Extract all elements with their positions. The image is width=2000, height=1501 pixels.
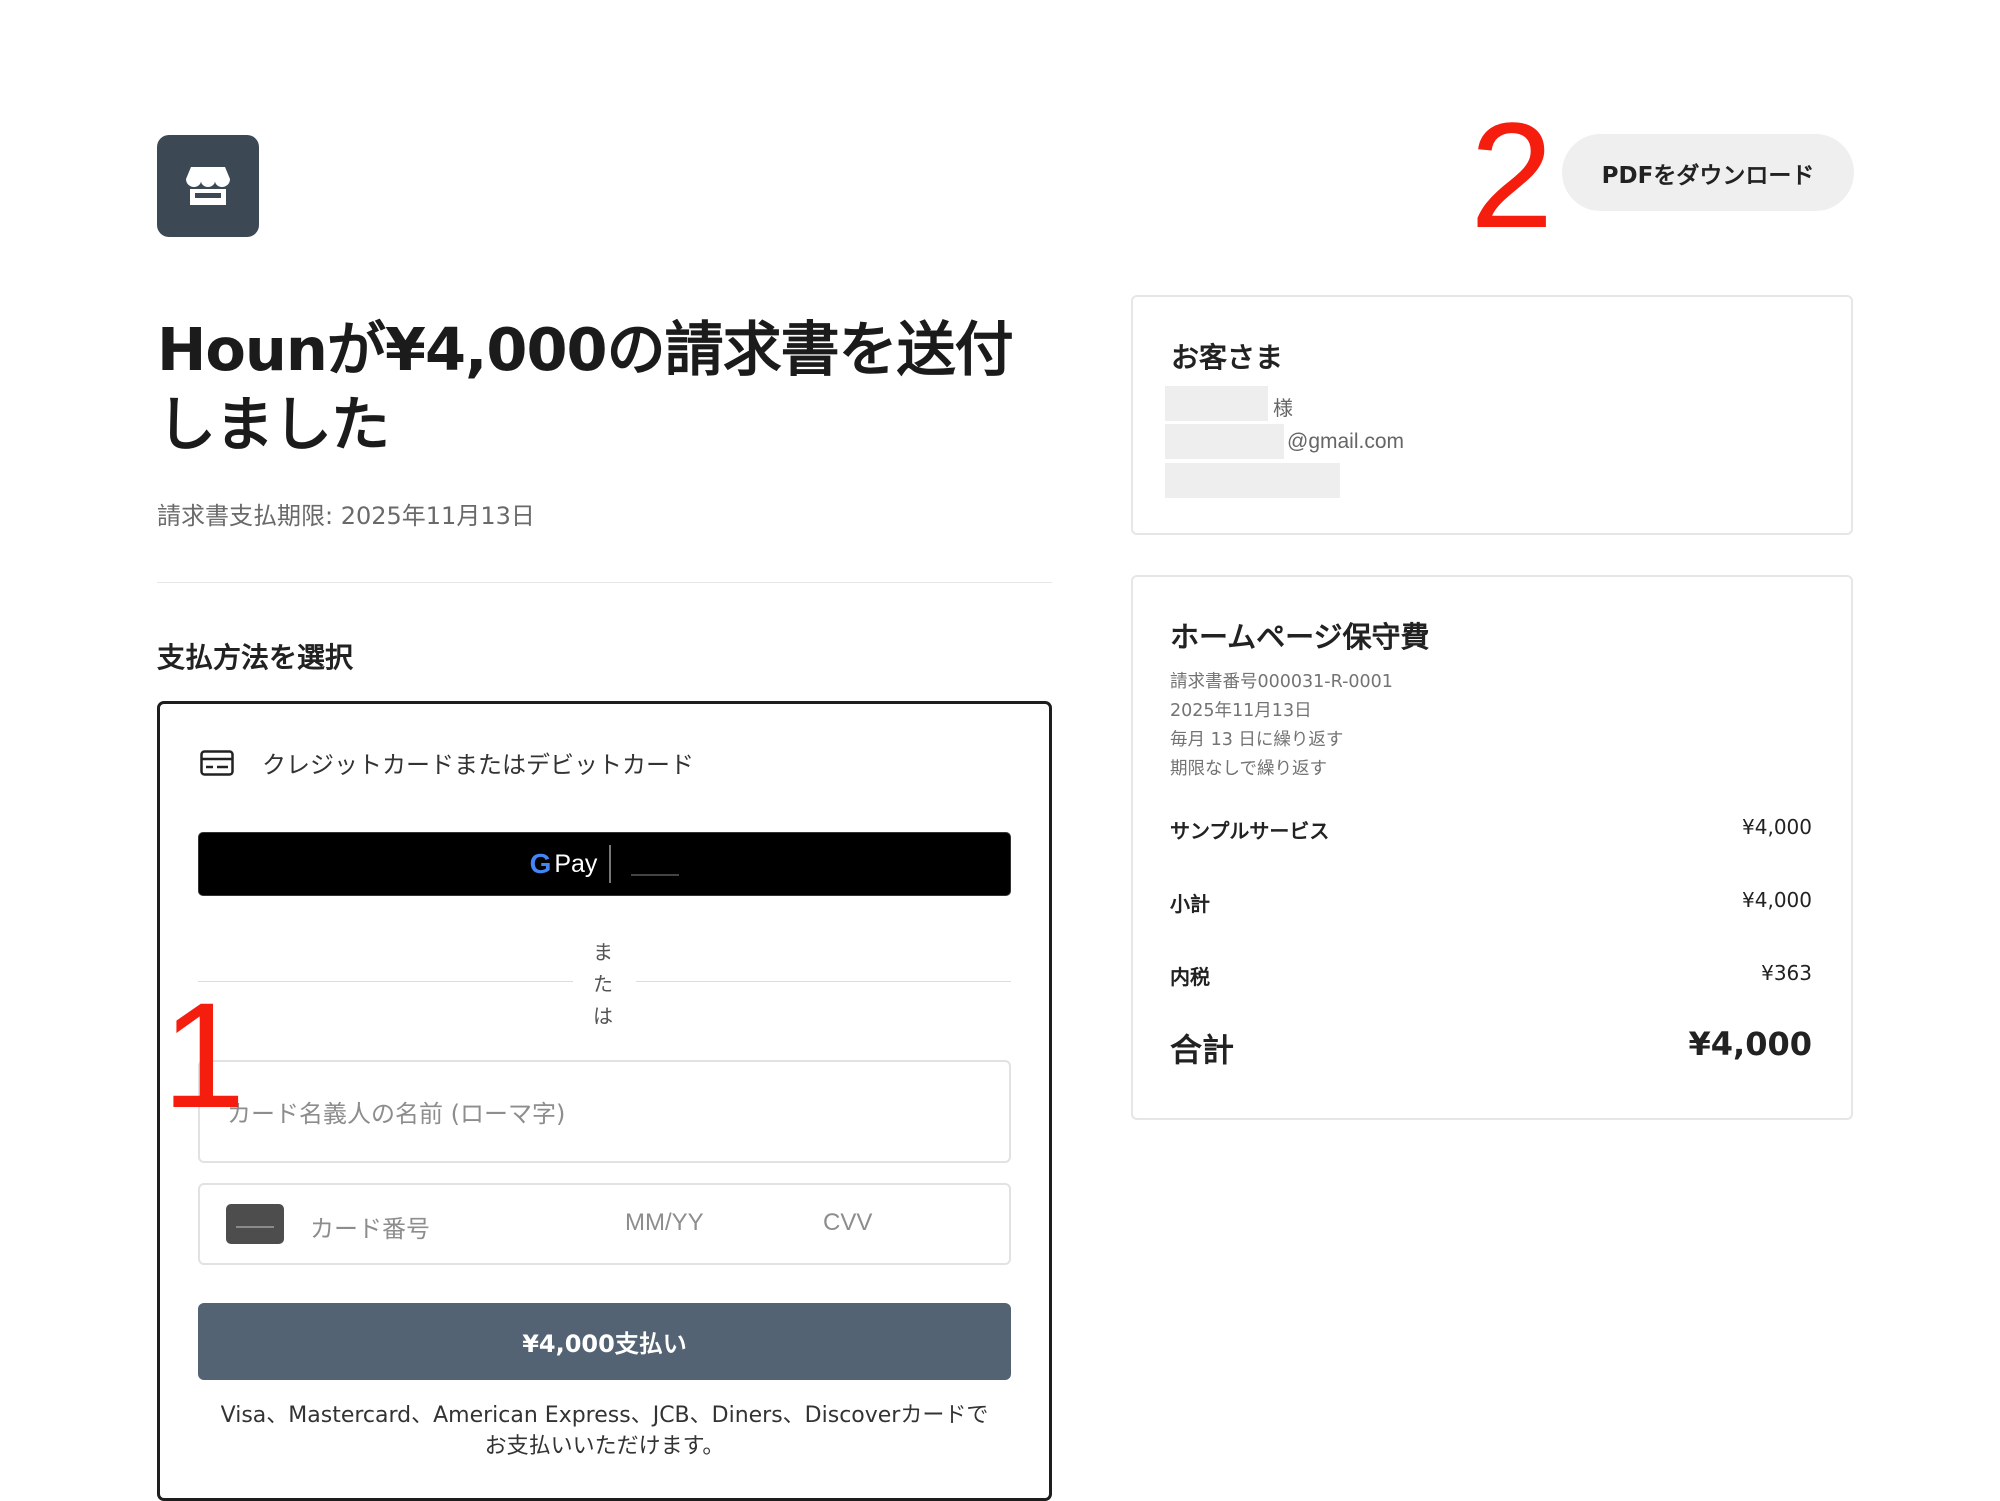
invoice-headline: Hounが¥4,000の請求書を送付しました bbox=[157, 315, 1014, 459]
subtotal-row: 小計 ¥4,000 bbox=[1170, 888, 1812, 917]
customer-email-suffix: @gmail.com bbox=[1287, 430, 1405, 453]
gpay-label: Pay bbox=[554, 849, 598, 878]
due-date: 請求書支払期限: 2025年11月13日 bbox=[157, 502, 535, 530]
payment-method-heading: 支払方法を選択 bbox=[157, 641, 354, 674]
card-number-field[interactable]: カード番号 bbox=[310, 1209, 430, 1244]
total-amount: ¥4,000 bbox=[1688, 1025, 1812, 1063]
download-pdf-button[interactable]: PDFをダウンロード bbox=[1562, 134, 1854, 211]
tax-row: 内税 ¥363 bbox=[1170, 961, 1812, 990]
store-icon bbox=[186, 167, 230, 205]
line-item-amount: ¥4,000 bbox=[1742, 815, 1812, 839]
gpay-account-placeholder bbox=[631, 874, 680, 876]
or-divider-right bbox=[636, 981, 1011, 982]
invoice-term: 期限なしで繰り返す bbox=[1170, 759, 1327, 779]
cvv-field[interactable]: CVV bbox=[823, 1209, 872, 1237]
merchant-logo bbox=[157, 135, 259, 237]
invoice-number: 請求書番号000031-R-0001 bbox=[1170, 672, 1393, 692]
accepted-cards-note: Visa、Mastercard、American Express、JCB、Din… bbox=[220, 1403, 989, 1459]
tax-amount: ¥363 bbox=[1761, 961, 1812, 985]
invoice-date: 2025年11月13日 bbox=[1170, 701, 1312, 721]
line-item-row: サンプルサービス ¥4,000 bbox=[1170, 815, 1812, 844]
tax-label: 内税 bbox=[1170, 965, 1210, 989]
card-details-input[interactable]: カード番号 MM/YY CVV bbox=[198, 1183, 1011, 1265]
pay-button[interactable]: ¥4,000支払い bbox=[198, 1303, 1011, 1380]
cardholder-name-placeholder: カード名義人の名前 (ローマ字) bbox=[227, 1100, 566, 1128]
line-item-name: サンプルサービス bbox=[1170, 819, 1330, 843]
gpay-separator bbox=[609, 845, 612, 883]
google-g-icon: G bbox=[529, 848, 552, 879]
subtotal-label: 小計 bbox=[1170, 892, 1210, 916]
total-row: 合計 ¥4,000 bbox=[1170, 1025, 1812, 1071]
customer-title: お客さま bbox=[1171, 341, 1284, 374]
total-label: 合計 bbox=[1170, 1031, 1235, 1069]
card-option-label: クレジットカードまたはデビットカード bbox=[262, 751, 694, 779]
subtotal-amount: ¥4,000 bbox=[1742, 888, 1812, 912]
or-label: ま た は bbox=[593, 940, 613, 1028]
invoice-title: ホームページ保守費 bbox=[1170, 620, 1430, 654]
cardholder-name-input[interactable]: カード名義人の名前 (ローマ字) bbox=[198, 1060, 1011, 1163]
invoice-recurrence: 毎月 13 日に繰り返す bbox=[1170, 730, 1344, 750]
invoice-meta: 請求書番号000031-R-0001 2025年11月13日 毎月 13 日に繰… bbox=[1170, 668, 1393, 784]
expiry-field[interactable]: MM/YY bbox=[625, 1209, 704, 1237]
annotation-number-2: 2 bbox=[1470, 91, 1554, 259]
redacted-info bbox=[1165, 463, 1340, 498]
annotation-number-1: 1 bbox=[162, 971, 246, 1139]
credit-card-icon bbox=[200, 749, 234, 776]
google-pay-button[interactable]: G Pay bbox=[198, 832, 1011, 896]
customer-name-suffix: 様 bbox=[1273, 396, 1293, 420]
redacted-name bbox=[1165, 386, 1268, 421]
redacted-email bbox=[1165, 424, 1284, 459]
card-payment-option[interactable]: クレジットカードまたはデビットカード bbox=[200, 745, 694, 780]
or-divider-left bbox=[198, 981, 573, 982]
divider bbox=[157, 582, 1052, 583]
card-brand-icon bbox=[226, 1204, 284, 1244]
